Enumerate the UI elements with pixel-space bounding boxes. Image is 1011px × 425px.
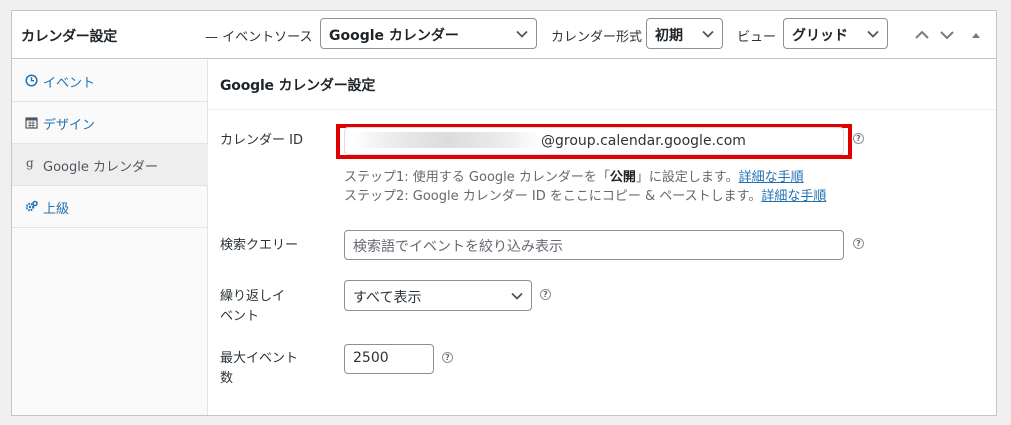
sidebar-item-events[interactable]: イベント	[12, 60, 208, 102]
step1-suffix: 」に設定します。	[635, 170, 739, 185]
calendar-id-step2: ステップ2: Google カレンダー ID をここにコピー & ペーストします…	[344, 185, 826, 204]
view-value: グリッド	[792, 28, 848, 44]
panel-title: カレンダー設定	[21, 29, 117, 45]
sidebar-item-label: デザイン	[43, 118, 96, 133]
help-icon[interactable]: ?	[540, 289, 551, 300]
calendar-icon	[25, 116, 38, 129]
chevron-down-icon	[867, 30, 879, 38]
recurring-events-select[interactable]: すべて表示	[344, 280, 532, 311]
view-select[interactable]: グリッド	[783, 18, 888, 49]
chevron-down-icon	[702, 30, 714, 38]
sidebar-item-label: Google カレンダー	[43, 160, 158, 175]
gears-icon	[25, 200, 38, 213]
google-icon: g	[26, 156, 34, 170]
calendar-format-select[interactable]: 初期	[646, 18, 723, 49]
sidebar-item-label: イベント	[43, 76, 96, 91]
move-down-button[interactable]	[939, 27, 955, 41]
settings-sidebar: イベント デザイン g Google カレンダー 上級	[12, 60, 208, 415]
chevron-up-icon	[915, 30, 929, 39]
panel-header: カレンダー設定 — イベントソース Google カレンダー カレンダー形式 初…	[12, 11, 996, 59]
max-events-label: 最大イベント 数	[220, 349, 298, 389]
sidebar-item-label: 上級	[43, 202, 70, 217]
event-source-select[interactable]: Google カレンダー	[320, 18, 537, 49]
sidebar-item-advanced[interactable]: 上級	[12, 186, 208, 228]
recurring-label-line2: ベント	[220, 309, 260, 324]
help-icon[interactable]: ?	[442, 352, 453, 363]
view-label: ビュー	[737, 30, 777, 45]
calendar-format-value: 初期	[655, 28, 683, 44]
step2-text: ステップ2: Google カレンダー ID をここにコピー & ペーストします…	[344, 189, 762, 204]
sidebar-item-design[interactable]: デザイン	[12, 102, 208, 144]
sidebar-item-google-calendar[interactable]: g Google カレンダー	[12, 144, 208, 186]
help-icon[interactable]: ?	[853, 133, 864, 144]
chevron-down-icon	[940, 31, 954, 40]
section-title: Google カレンダー設定	[220, 78, 376, 94]
event-source-label: — イベントソース	[205, 30, 313, 45]
max-events-value: 2500	[353, 350, 389, 366]
recurring-events-value: すべて表示	[353, 290, 422, 306]
recurring-label-line1: 繰り返しイ	[220, 289, 286, 304]
chevron-down-icon	[511, 292, 523, 300]
step2-detail-link[interactable]: 詳細な手順	[761, 189, 826, 204]
calendar-settings-panel: カレンダー設定 — イベントソース Google カレンダー カレンダー形式 初…	[11, 10, 997, 416]
search-query-input[interactable]: 検索語でイベントを絞り込み表示	[344, 230, 844, 260]
help-icon[interactable]: ?	[853, 238, 864, 249]
collapse-panel-button[interactable]	[970, 27, 986, 41]
calendar-format-label: カレンダー形式	[551, 30, 643, 45]
calendar-id-label: カレンダー ID	[220, 133, 303, 148]
max-events-input[interactable]: 2500	[344, 344, 434, 374]
redacted-id	[353, 132, 541, 148]
step1-bold: 公開	[609, 170, 636, 185]
calendar-id-suffix: @group.calendar.google.com	[541, 133, 746, 149]
max-events-label-line2: 数	[220, 371, 234, 386]
max-events-label-line1: 最大イベント	[220, 351, 299, 366]
clock-icon	[25, 74, 38, 87]
triangle-up-icon	[972, 33, 980, 38]
calendar-id-step1: ステップ1: 使用する Google カレンダーを「公開」に設定します。詳細な手…	[344, 166, 804, 185]
search-query-label: 検索クエリー	[220, 238, 299, 253]
search-query-placeholder: 検索語でイベントを絞り込み表示	[353, 239, 563, 255]
event-source-value: Google カレンダー	[329, 28, 459, 44]
chevron-down-icon	[516, 30, 528, 38]
step1-detail-link[interactable]: 詳細な手順	[739, 170, 804, 185]
step1-text: ステップ1: 使用する Google カレンダーを「	[344, 170, 610, 185]
section-divider	[209, 109, 996, 110]
move-up-button[interactable]	[914, 27, 930, 41]
calendar-id-input[interactable]: @group.calendar.google.com	[344, 127, 844, 155]
recurring-events-label: 繰り返しイ ベント	[220, 287, 285, 327]
